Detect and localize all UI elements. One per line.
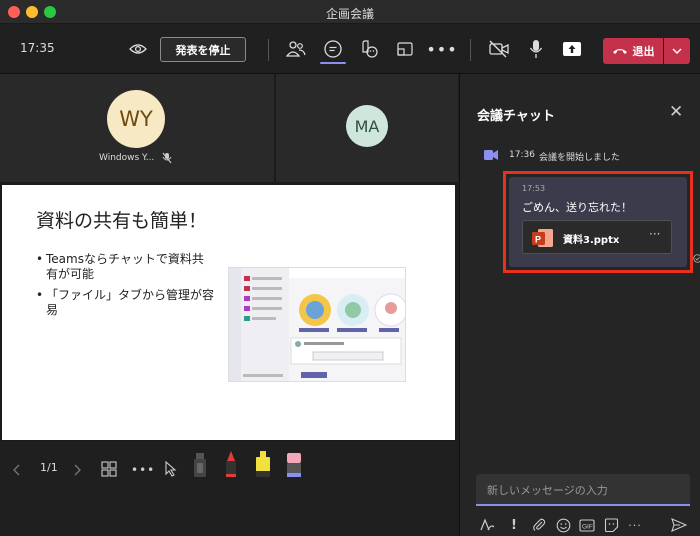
leave-options-button[interactable] xyxy=(664,38,690,64)
leave-button[interactable]: 退出 xyxy=(603,38,663,64)
file-attachment[interactable]: P 資料3.pptx ··· xyxy=(522,220,672,254)
svg-text:P: P xyxy=(535,235,541,245)
camera-off-icon[interactable] xyxy=(487,37,511,61)
highlighter-icon[interactable] xyxy=(253,451,273,479)
chevron-down-icon xyxy=(672,48,682,54)
format-icon[interactable] xyxy=(478,516,496,534)
next-slide-icon[interactable] xyxy=(74,464,82,476)
window-title: 企画会議 xyxy=(325,7,374,21)
grid-view-icon[interactable] xyxy=(101,461,117,477)
meeting-clock: 17:35 xyxy=(20,41,55,55)
eye-icon[interactable] xyxy=(126,37,150,61)
more-options-icon[interactable]: ··· xyxy=(626,516,644,534)
pointer-icon[interactable] xyxy=(164,461,178,477)
chat-message[interactable]: 17:53 ごめん、送り忘れた！ P 資料3.pptx ··· xyxy=(509,177,687,267)
pen-tool-icon[interactable] xyxy=(192,453,208,479)
more-icon[interactable]: ••• xyxy=(426,37,456,61)
phone-icon xyxy=(612,49,627,54)
share-tray-icon[interactable] xyxy=(393,37,417,61)
message-text: ごめん、送り忘れた！ xyxy=(522,201,632,214)
toolbar-divider xyxy=(268,39,269,61)
read-receipt-icon xyxy=(693,254,700,263)
highlight-box: 17:53 ごめん、送り忘れた！ P 資料3.pptx ··· xyxy=(503,171,693,273)
file-name: 資料3.pptx xyxy=(563,235,620,246)
system-message-time: 17:36 xyxy=(509,150,535,160)
attach-icon[interactable] xyxy=(530,516,548,534)
system-message: 17:36 会議を開始しました xyxy=(484,149,620,164)
presenter-controls: 1/1 ••• xyxy=(0,441,458,536)
avatar: WY xyxy=(107,90,165,148)
gif-icon[interactable]: GIF xyxy=(578,516,596,534)
send-icon[interactable] xyxy=(670,516,688,534)
reactions-icon[interactable] xyxy=(357,37,381,61)
more-options-icon[interactable]: ••• xyxy=(131,463,155,477)
message-time: 17:53 xyxy=(522,184,546,193)
message-input[interactable]: 新しいメッセージの入力 xyxy=(476,474,690,506)
participant-name: Windows Y... xyxy=(99,153,155,163)
avatar: MA xyxy=(346,105,388,147)
svg-text:GIF: GIF xyxy=(582,523,593,530)
slide-page-indicator: 1/1 xyxy=(40,461,58,474)
message-input-placeholder: 新しいメッセージの入力 xyxy=(487,484,608,497)
slide-screenshot-image xyxy=(228,267,406,382)
participant-tile[interactable]: MA xyxy=(276,74,458,182)
active-tab-indicator xyxy=(320,62,346,64)
shared-slide: 資料の共有も簡単！ • Teamsならチャットで資料共有が可能 • 「ファイル」… xyxy=(2,185,455,440)
slide-title: 資料の共有も簡単！ xyxy=(36,210,208,232)
chat-icon[interactable] xyxy=(321,37,345,61)
bullet-dot: • xyxy=(36,252,44,266)
meeting-chat-panel: 会議チャット ✕ 17:36 会議を開始しました 17:53 ごめん、送り忘れた… xyxy=(459,74,700,536)
meeting-toolbar: 17:35 発表を停止 ••• 退出 xyxy=(0,24,700,74)
stop-presenting-button[interactable]: 発表を停止 xyxy=(160,37,246,62)
important-icon[interactable]: ! xyxy=(505,516,523,534)
system-message-text: 会議を開始しました xyxy=(539,153,621,163)
video-icon xyxy=(484,150,498,160)
file-more-icon[interactable]: ··· xyxy=(649,227,660,241)
share-screen-icon[interactable] xyxy=(560,37,584,61)
mic-icon[interactable] xyxy=(524,37,548,61)
eraser-icon[interactable] xyxy=(284,451,304,479)
powerpoint-icon: P xyxy=(532,229,553,247)
toolbar-divider xyxy=(470,39,471,61)
previous-slide-icon[interactable] xyxy=(12,464,20,476)
participant-tile[interactable]: WY Windows Y... xyxy=(0,74,274,182)
mic-muted-icon xyxy=(162,152,172,164)
chat-panel-title: 会議チャット xyxy=(477,109,555,124)
close-icon[interactable]: ✕ xyxy=(669,104,683,121)
emoji-icon[interactable] xyxy=(554,516,572,534)
people-icon[interactable] xyxy=(284,37,308,61)
leave-label: 退出 xyxy=(632,45,655,58)
bullet-dot: • xyxy=(36,288,44,302)
meeting-stage: WY Windows Y... MA 資料の共有も簡単！ • Teamsならチャ… xyxy=(0,74,458,536)
sticker-icon[interactable] xyxy=(602,516,620,534)
red-pen-icon[interactable] xyxy=(222,451,240,479)
window-titlebar: 企画会議 xyxy=(0,0,700,24)
